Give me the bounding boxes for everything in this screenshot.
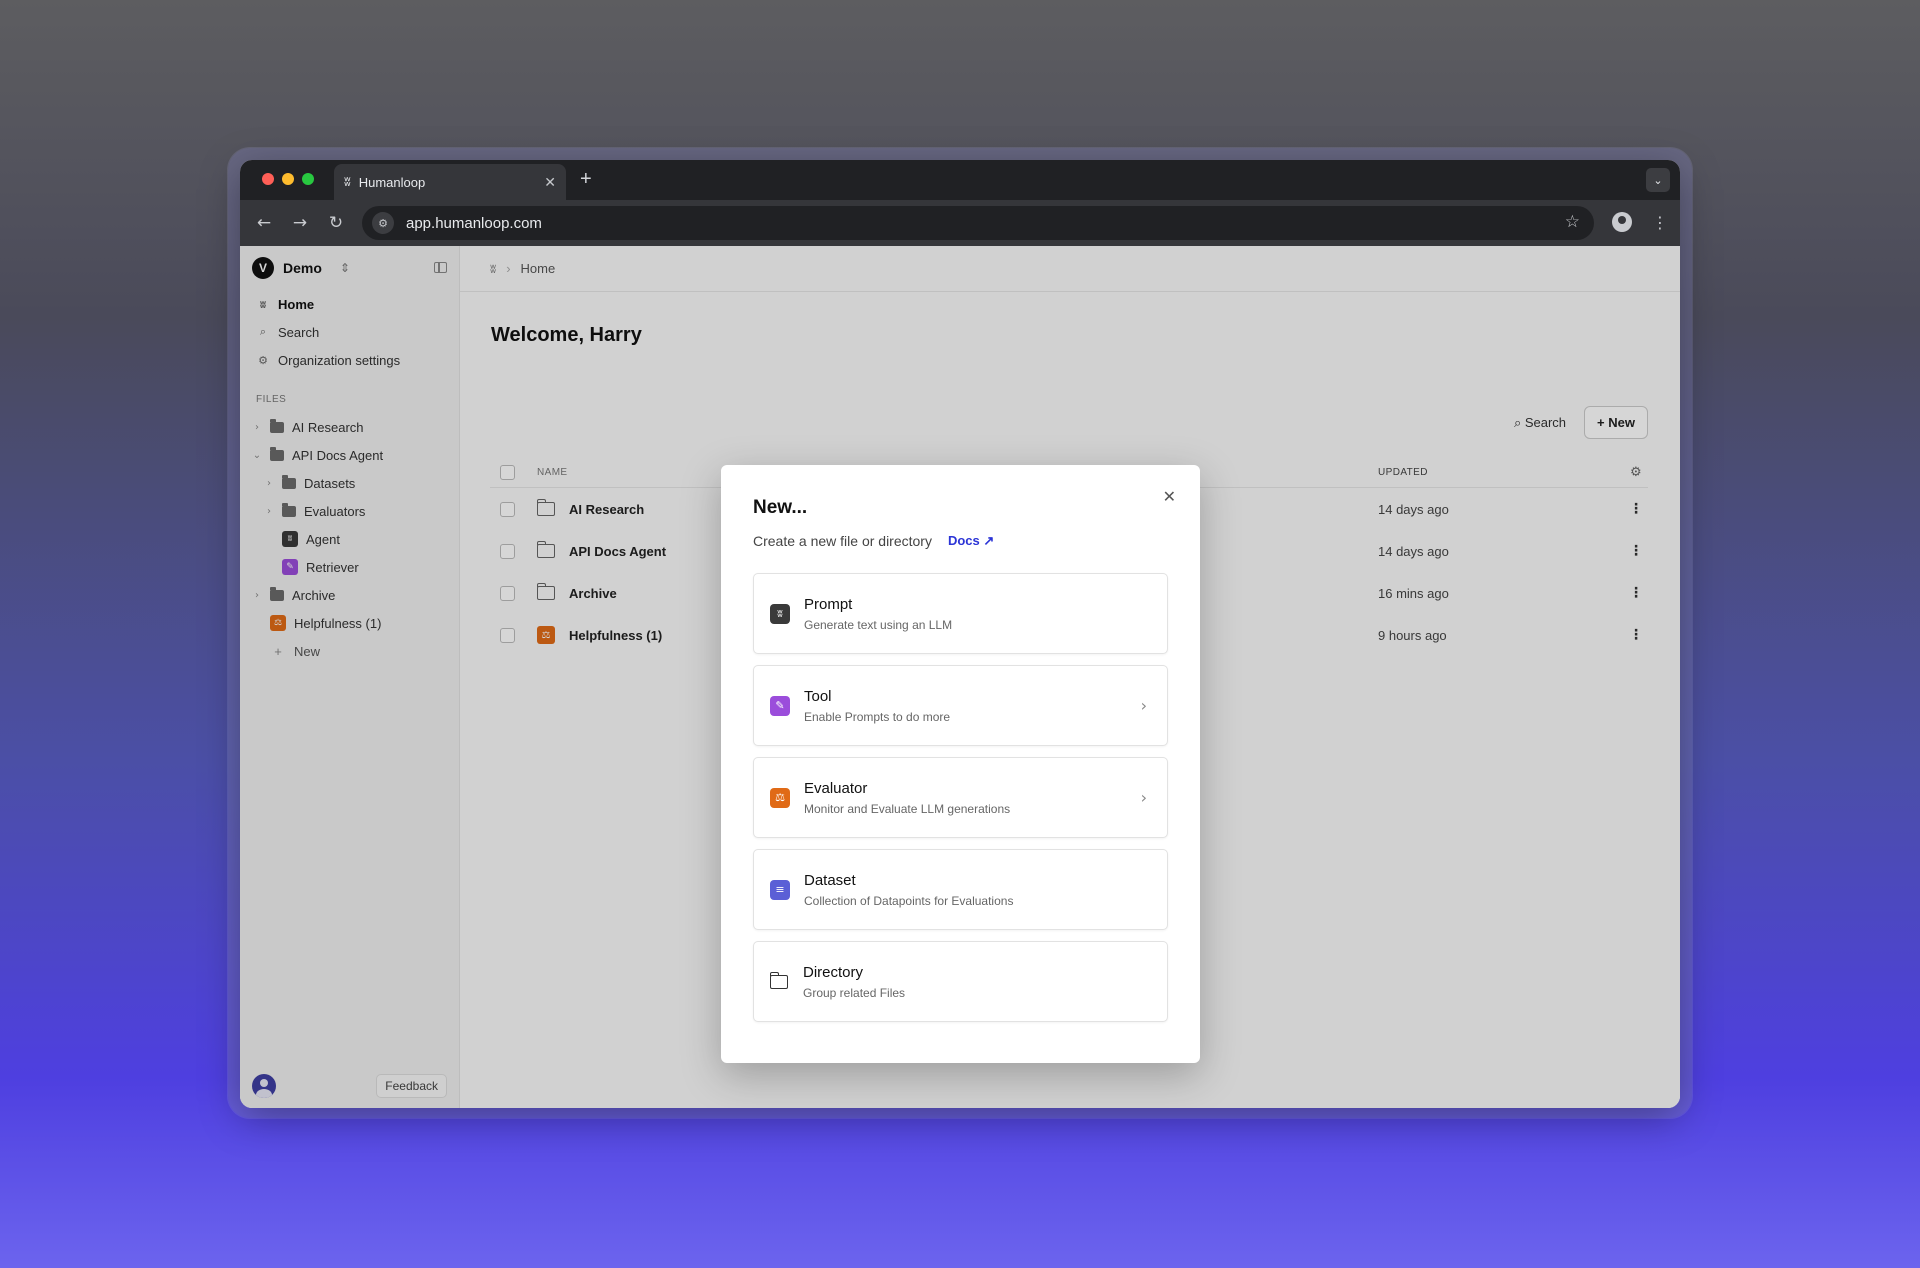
tool-icon: ✎ — [770, 695, 790, 716]
maximize-window-button[interactable] — [302, 173, 314, 185]
option-description: Collection of Datapoints for Evaluations — [804, 893, 1014, 908]
reload-icon[interactable]: ↻ — [318, 213, 354, 233]
option-title: Prompt — [804, 595, 853, 613]
back-icon[interactable]: ← — [246, 213, 282, 233]
profile-icon[interactable] — [1612, 212, 1632, 232]
bookmark-star-icon[interactable]: ☆ — [1565, 212, 1580, 232]
tab-title: Humanloop — [358, 174, 426, 190]
external-link-icon: ↗ — [983, 533, 995, 548]
browser-window: ʬ Humanloop ✕ + ⌄ ← → ↻ ⚙ app.humanloop.… — [240, 160, 1680, 1108]
dialog-title: New... — [753, 497, 808, 518]
option-title: Evaluator — [804, 779, 868, 797]
docs-link[interactable]: Docs ↗ — [948, 533, 994, 549]
option-description: Group related Files — [803, 985, 906, 1000]
option-description: Generate text using an LLM — [804, 617, 953, 632]
option-dataset[interactable]: ≡ Dataset Collection of Datapoints for E… — [753, 849, 1168, 930]
option-title: Dataset — [804, 871, 856, 889]
dialog-subtitle: Create a new file or directory — [753, 533, 932, 549]
chevron-right-icon: › — [1140, 696, 1147, 715]
new-tab-button[interactable]: + — [580, 168, 592, 191]
humanloop-logo-icon: ʬ — [344, 174, 351, 190]
option-directory[interactable]: Directory Group related Files — [753, 941, 1168, 1022]
option-title: Tool — [804, 687, 832, 705]
tab-search-button[interactable]: ⌄ — [1646, 168, 1670, 192]
close-icon[interactable]: ✕ — [1163, 487, 1176, 506]
close-tab-icon[interactable]: ✕ — [544, 174, 556, 191]
dataset-icon: ≡ — [770, 879, 790, 900]
option-description: Enable Prompts to do more — [804, 709, 951, 724]
window-controls — [262, 173, 314, 185]
docs-link-label: Docs — [947, 533, 980, 548]
tab-bar: ʬ Humanloop ✕ + ⌄ — [240, 160, 1680, 200]
url-text: app.humanloop.com — [406, 214, 542, 232]
option-evaluator[interactable]: ⚖ Evaluator Monitor and Evaluate LLM gen… — [753, 757, 1168, 838]
prompt-icon: ʬ — [770, 603, 790, 624]
forward-icon[interactable]: → — [282, 213, 318, 233]
folder-icon — [769, 971, 788, 989]
browser-tab[interactable]: ʬ Humanloop ✕ — [334, 164, 566, 200]
minimize-window-button[interactable] — [282, 173, 294, 185]
browser-menu-icon[interactable]: ⋮ — [1652, 213, 1668, 232]
option-title: Directory — [803, 963, 864, 981]
chevron-right-icon: › — [1140, 788, 1147, 807]
app: V Demo ⇕ ʬ Home ⌕ Search ⚙ Organization … — [240, 246, 1680, 1108]
close-window-button[interactable] — [262, 173, 274, 185]
option-description: Monitor and Evaluate LLM generations — [804, 801, 1011, 816]
option-prompt[interactable]: ʬ Prompt Generate text using an LLM — [753, 573, 1168, 654]
option-tool[interactable]: ✎ Tool Enable Prompts to do more › — [753, 665, 1168, 746]
new-file-dialog: ✕ New... Create a new file or directory … — [721, 465, 1200, 1063]
evaluator-icon: ⚖ — [770, 787, 790, 808]
browser-toolbar: ← → ↻ ⚙ app.humanloop.com ☆ ⋮ — [240, 200, 1680, 246]
site-settings-icon[interactable]: ⚙ — [372, 212, 394, 234]
address-bar[interactable]: ⚙ app.humanloop.com ☆ — [362, 206, 1594, 240]
